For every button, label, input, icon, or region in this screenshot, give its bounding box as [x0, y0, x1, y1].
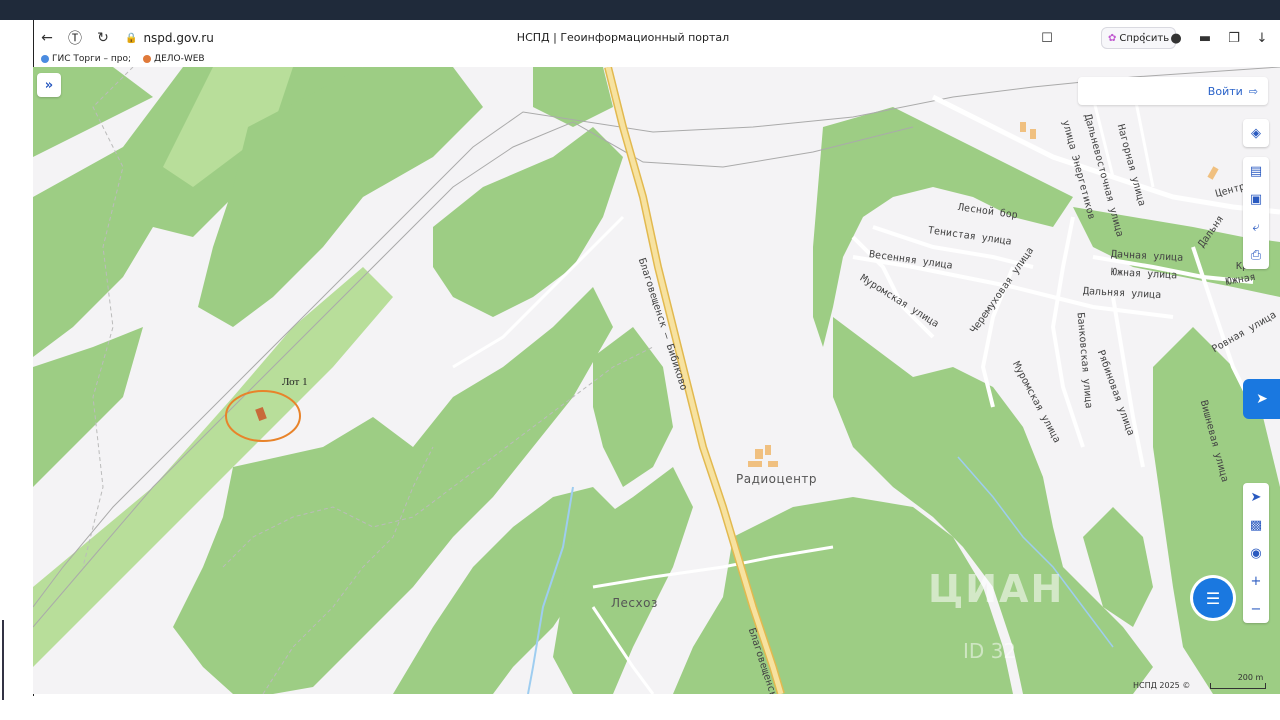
place-leskhoz: Лесхоз: [611, 596, 658, 610]
scale-label: 200 m: [1237, 672, 1264, 682]
minimap-button[interactable]: ▩: [1243, 511, 1269, 539]
geo-pin-icon: ◉: [1250, 545, 1262, 561]
delo-web-icon: [143, 55, 152, 63]
building: [1207, 166, 1219, 180]
url-field[interactable]: 🔒 nspd.gov.ru: [125, 31, 214, 45]
left-margin: [0, 20, 33, 700]
bookmark-label: ДЕЛО-WEB: [154, 54, 205, 64]
building: [755, 449, 763, 459]
map-toolbar-nav: ➤ ▩ ◉ + −: [1243, 483, 1269, 623]
building: [1020, 122, 1026, 132]
reload-icon[interactable]: ↻: [89, 24, 117, 52]
login-icon: ⇨: [1248, 84, 1258, 98]
map-footer: НСПД 2025 © 200 m: [1133, 673, 1267, 690]
navigation-icon: ➤: [1256, 391, 1268, 407]
place-radiocenter: Радиоцентр: [736, 472, 818, 486]
dashed-path: [82, 67, 134, 568]
forest-area: [433, 127, 623, 317]
geo-button[interactable]: ◉: [1243, 539, 1269, 567]
building: [748, 461, 762, 467]
download-icon[interactable]: ↓: [1251, 27, 1273, 49]
map-toolbar-tools: ▤ ▣ ⤶ ⎙: [1243, 157, 1269, 269]
tabs-icon[interactable]: ❐: [1223, 27, 1245, 49]
chat-button[interactable]: ☰: [1193, 578, 1233, 618]
bookmark-gis-torgi[interactable]: ГИС Торги – про;: [41, 54, 131, 64]
back-arrow-icon[interactable]: ←: [33, 24, 61, 52]
select-area-button[interactable]: ▣: [1243, 185, 1269, 213]
select-area-icon: ▣: [1249, 191, 1263, 207]
bookmark-icon[interactable]: ☐: [1036, 27, 1058, 49]
share-icon: ⤶: [1252, 219, 1260, 235]
minus-icon: −: [1250, 601, 1262, 617]
zoom-in-button[interactable]: +: [1243, 567, 1269, 595]
yandex-icon[interactable]: Ⓣ: [61, 24, 89, 52]
browser-address-bar: ← Ⓣ ↻ 🔒 nspd.gov.ru НСПД | Геоинформацио…: [33, 24, 1280, 52]
ask-icon: ✿: [1108, 32, 1117, 44]
print-button[interactable]: ⎙: [1243, 241, 1269, 269]
chat-icon: ☰: [1205, 588, 1221, 608]
building: [765, 445, 771, 455]
forest-area: [593, 327, 673, 487]
forest-area: [33, 327, 143, 487]
double-chevron-right-icon: »: [44, 77, 54, 93]
locate-button[interactable]: ➤: [1243, 483, 1269, 511]
lot-label: Лот 1: [282, 376, 308, 388]
plus-icon: +: [1250, 573, 1262, 589]
ruler-icon: ▤: [1249, 163, 1263, 179]
ruler-button[interactable]: ▤: [1243, 157, 1269, 185]
map-canvas[interactable]: Лот 1 Радиоцентр Лесхоз Благовещенск — Б…: [33, 67, 1280, 694]
side-panel-tab[interactable]: ➤: [1243, 379, 1280, 419]
os-top-bar: [0, 0, 1280, 20]
url-text: nspd.gov.ru: [143, 31, 214, 45]
print-icon: ⎙: [1250, 247, 1262, 263]
minimap-icon: ▩: [1249, 517, 1263, 533]
login-button[interactable]: Войти ⇨: [1078, 77, 1268, 105]
layers-button[interactable]: ◈: [1243, 119, 1269, 147]
left-strip: [2, 620, 4, 700]
menu-dots-icon[interactable]: ⋮: [1133, 27, 1155, 49]
building: [768, 461, 778, 467]
watermark-id: ID 32: [963, 639, 1017, 663]
bookmark-delo-web[interactable]: ДЕЛО-WEB: [143, 54, 205, 64]
gis-torgi-icon: [41, 55, 49, 63]
building: [1030, 129, 1036, 139]
footer-credit: НСПД 2025 ©: [1133, 681, 1191, 690]
scale-bar: 200 m: [1210, 673, 1267, 689]
locate-arrow-icon: ➤: [1250, 489, 1262, 505]
bookmark-label: ГИС Торги – про;: [52, 54, 132, 64]
lock-icon: 🔒: [125, 32, 138, 44]
forest-area: [533, 67, 613, 127]
watermark: ЦИАН: [928, 567, 1065, 611]
zoom-out-button[interactable]: −: [1243, 595, 1269, 623]
login-label: Войти: [1207, 84, 1243, 98]
screen: ← Ⓣ ↻ 🔒 nspd.gov.ru НСПД | Геоинформацио…: [0, 0, 1280, 720]
map-toolbar-top: ◈: [1243, 119, 1269, 147]
expand-panel-button[interactable]: »: [37, 73, 61, 97]
bookmarks-bar: ГИС Торги – про; ДЕЛО-WEB: [33, 52, 1280, 66]
extension-icon[interactable]: ●: [1165, 27, 1187, 49]
share-button[interactable]: ⤶: [1243, 213, 1269, 241]
layers-icon: ◈: [1251, 125, 1261, 141]
profile-icon[interactable]: ▬: [1194, 27, 1216, 49]
